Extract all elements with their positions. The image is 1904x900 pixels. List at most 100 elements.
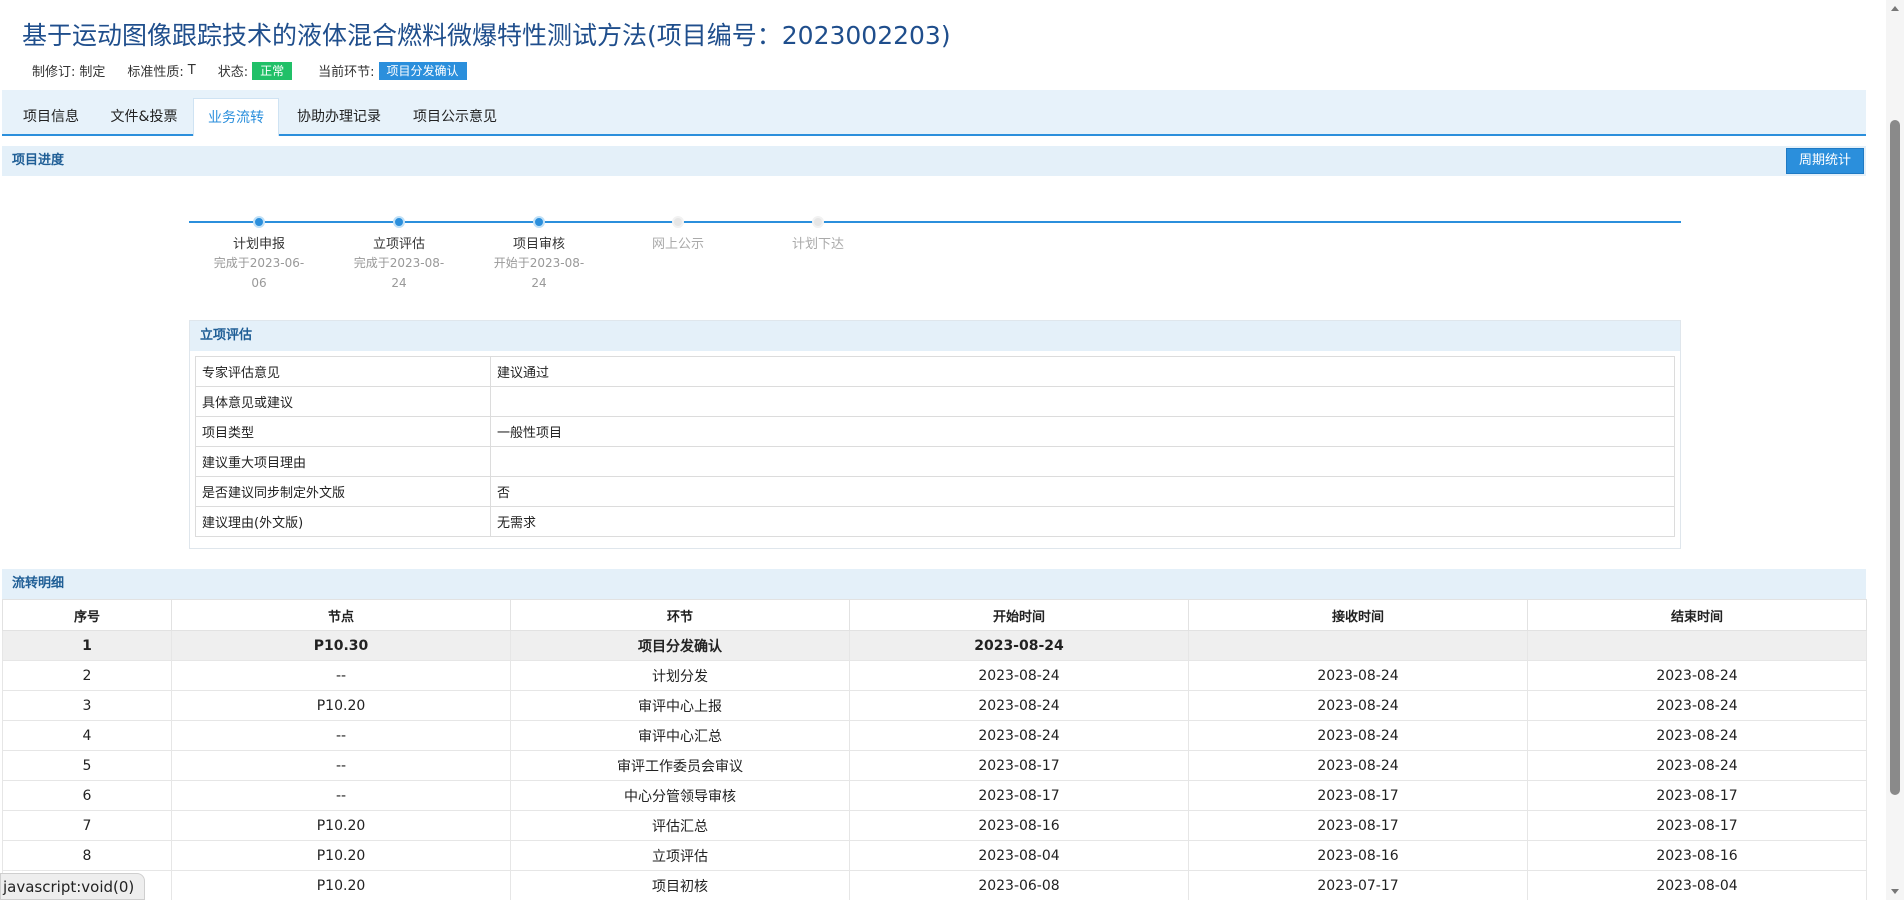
evaluation-value: 建议通过 [490, 356, 1675, 387]
cell-receive-time: 2023-08-24 [1188, 660, 1528, 691]
cell-node: P10.20 [171, 870, 511, 900]
cell-end-time: 2023-08-17 [1527, 810, 1867, 841]
step-name: 项目审核 [512, 237, 565, 252]
cell-start-time: 2023-08-24 [849, 690, 1189, 721]
col-header-index: 序号 [2, 599, 172, 631]
step-date: 完成于2023-08- [353, 256, 445, 270]
table-row: 7 P10.20 评估汇总 2023-08-16 2023-08-17 2023… [2, 810, 1867, 841]
cell-start-time: 2023-08-17 [849, 780, 1189, 811]
cell-stage: 中心分管领导审核 [510, 780, 850, 811]
tab-business-flow[interactable]: 业务流转 [193, 98, 279, 136]
evaluation-value: 无需求 [490, 506, 1675, 537]
tab-bar: 项目信息 文件&投票 业务流转 协助办理记录 项目公示意见 [2, 90, 1866, 136]
flow-table: 序号 节点 环节 开始时间 接收时间 结束时间 1 P10.30 项目分发确认 … [2, 599, 1867, 900]
project-meta: 制修订: 制定 标准性质: T 状态: 正常 当前环节: 项目分发确认 [32, 61, 467, 80]
cell-node: -- [171, 660, 511, 691]
step-name: 网上公示 [651, 237, 704, 252]
cycle-stats-button[interactable]: 周期统计 [1785, 148, 1864, 174]
cell-start-time: 2023-08-24 [849, 660, 1189, 691]
step-date: 开始于2023-08- [493, 256, 585, 270]
step-name: 计划下达 [791, 237, 844, 252]
step-done-dot-icon [253, 216, 265, 228]
cell-index: 1 [2, 630, 172, 661]
cell-stage: 审评中心汇总 [510, 720, 850, 751]
progress-step: 计划下达 [763, 215, 873, 252]
progress-section-title: 项目进度 [12, 153, 65, 168]
evaluation-value: 一般性项目 [490, 416, 1675, 447]
scroll-up-arrow-icon[interactable] [1891, 6, 1899, 11]
col-header-start-time: 开始时间 [849, 599, 1189, 631]
cell-start-time: 2023-08-16 [849, 810, 1189, 841]
cell-stage: 评估汇总 [510, 810, 850, 841]
scrollbar-thumb[interactable] [1890, 120, 1900, 795]
table-row: P10.20 项目初核 2023-06-08 2023-07-17 2023-0… [2, 870, 1867, 900]
cell-index: 8 [2, 840, 172, 871]
cell-index: 2 [2, 660, 172, 691]
cell-start-time: 2023-08-24 [849, 720, 1189, 751]
cell-end-time: 2023-08-17 [1527, 780, 1867, 811]
cell-index: 4 [2, 720, 172, 751]
table-row: 6 -- 中心分管领导审核 2023-08-17 2023-08-17 2023… [2, 780, 1867, 811]
step-date: 完成于2023-06- [213, 256, 305, 270]
cell-start-time: 2023-08-24 [849, 630, 1189, 661]
nature-label: 标准性质: [127, 65, 184, 80]
table-row: 3 P10.20 审评中心上报 2023-08-24 2023-08-24 20… [2, 690, 1867, 721]
evaluation-value [490, 446, 1675, 477]
vertical-scrollbar[interactable] [1886, 0, 1904, 900]
progress-section-header: 项目进度 周期统计 [2, 146, 1866, 176]
step-pending-dot-icon [812, 216, 824, 228]
cell-node: -- [171, 720, 511, 751]
table-row: 1 P10.30 项目分发确认 2023-08-24 [2, 630, 1867, 661]
cell-receive-time: 2023-07-17 [1188, 870, 1528, 900]
tab-assist-records[interactable]: 协助办理记录 [283, 98, 395, 134]
step-pending-dot-icon [672, 216, 684, 228]
cell-stage: 计划分发 [510, 660, 850, 691]
evaluation-title: 立项评估 [190, 321, 1680, 351]
cell-node: P10.20 [171, 840, 511, 871]
col-header-stage: 环节 [510, 599, 850, 631]
cell-end-time: 2023-08-24 [1527, 660, 1867, 691]
status-label: 状态: [217, 65, 249, 80]
evaluation-key: 具体意见或建议 [195, 386, 491, 417]
tab-files-voting[interactable]: 文件&投票 [98, 98, 190, 134]
evaluation-row: 是否建议同步制定外文版 否 [195, 476, 1675, 507]
progress-step: 网上公示 [623, 215, 733, 252]
evaluation-key: 专家评估意见 [195, 356, 491, 387]
cell-receive-time: 2023-08-16 [1188, 840, 1528, 871]
evaluation-row: 建议理由(外文版) 无需求 [195, 506, 1675, 537]
table-row: 2 -- 计划分发 2023-08-24 2023-08-24 2023-08-… [2, 660, 1867, 691]
step-done-dot-icon [393, 216, 405, 228]
cell-stage: 审评中心上报 [510, 690, 850, 721]
cell-end-time: 2023-08-16 [1527, 840, 1867, 871]
cell-start-time: 2023-08-04 [849, 840, 1189, 871]
progress-step: 计划申报 完成于2023-06- 06 [204, 215, 314, 292]
tab-project-info[interactable]: 项目信息 [8, 98, 94, 134]
cell-node: -- [171, 780, 511, 811]
step-name: 计划申报 [232, 237, 285, 252]
col-header-end-time: 结束时间 [1527, 599, 1867, 631]
cell-index: 3 [2, 690, 172, 721]
flow-section-title: 流转明细 [12, 576, 65, 591]
step-current-dot-icon [533, 216, 545, 228]
cell-index: 5 [2, 750, 172, 781]
col-header-receive-time: 接收时间 [1188, 599, 1528, 631]
cell-start-time: 2023-08-17 [849, 750, 1189, 781]
evaluation-row: 专家评估意见 建议通过 [195, 356, 1675, 387]
cell-receive-time [1188, 630, 1528, 661]
evaluation-key: 是否建议同步制定外文版 [195, 476, 491, 507]
stage-label: 当前环节: [318, 65, 375, 80]
progress-step: 项目审核 开始于2023-08- 24 [484, 215, 594, 292]
cell-node: -- [171, 750, 511, 781]
evaluation-key: 项目类型 [195, 416, 491, 447]
step-name: 立项评估 [372, 237, 425, 252]
cell-receive-time: 2023-08-24 [1188, 720, 1528, 751]
page-title: 基于运动图像跟踪技术的液体混合燃料微爆特性测试方法(项目编号：202300220… [22, 21, 951, 50]
tab-public-comments[interactable]: 项目公示意见 [399, 98, 511, 134]
cell-node: P10.20 [171, 690, 511, 721]
evaluation-panel: 立项评估 专家评估意见 建议通过 具体意见或建议 项目类型 一般性项目 建议重大… [189, 320, 1681, 549]
table-row: 8 P10.20 立项评估 2023-08-04 2023-08-16 2023… [2, 840, 1867, 871]
revision-label: 制修订: [32, 65, 76, 80]
cell-stage: 审评工作委员会审议 [510, 750, 850, 781]
evaluation-row: 建议重大项目理由 [195, 446, 1675, 477]
scroll-down-arrow-icon[interactable] [1891, 889, 1899, 894]
